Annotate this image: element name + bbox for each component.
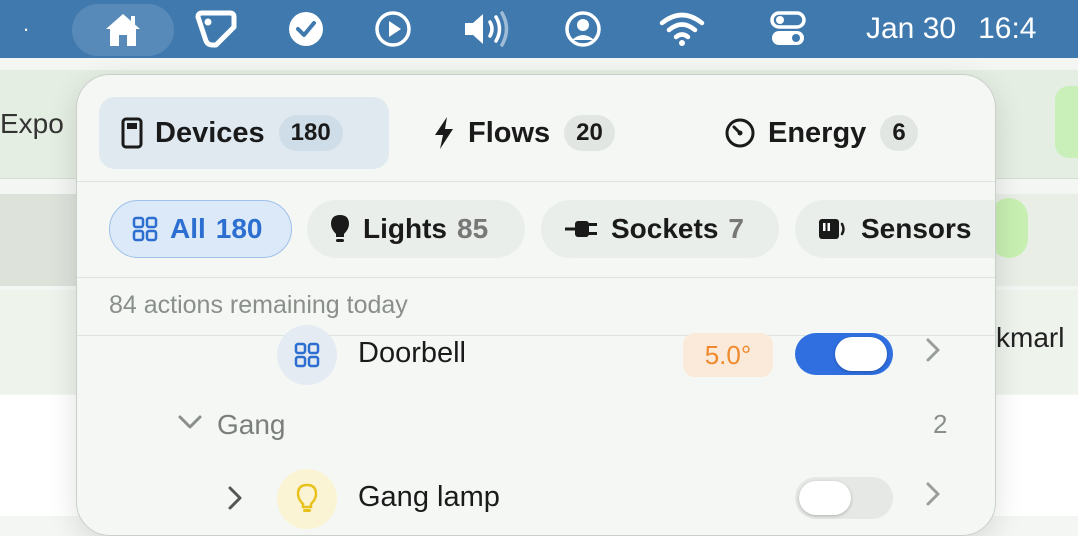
background-row-text: kmarl: [996, 322, 1065, 353]
plug-icon: [563, 217, 599, 241]
menu-date: Jan 30: [866, 12, 957, 45]
background-row-shade: [0, 194, 78, 286]
menu-clock[interactable]: Jan 30 16:4: [866, 0, 1078, 58]
menu-dot: ·: [22, 16, 30, 41]
control-center-icon[interactable]: [760, 0, 816, 58]
tab-flows-count: 20: [564, 115, 615, 151]
actions-remaining-text: 84 actions remaining today: [109, 291, 408, 319]
tab-flows[interactable]: Flows 20: [432, 97, 615, 169]
menu-time: 16:4: [978, 12, 1037, 45]
filter-sockets-count: 7: [728, 213, 744, 244]
toggle-knob: [799, 481, 851, 515]
tab-devices-label: Devices: [155, 116, 265, 149]
tab-energy-label: Energy: [768, 116, 867, 149]
background-toolbar-text: Expo: [0, 108, 64, 139]
gauge-icon: [724, 117, 756, 149]
lightbulb-icon: [277, 469, 337, 529]
home-icon[interactable]: [72, 4, 174, 56]
gang-lamp-name[interactable]: Gang lamp: [358, 481, 500, 514]
user-circle-icon[interactable]: [555, 0, 611, 58]
gang-lamp-toggle[interactable]: [795, 477, 893, 519]
doorbell-toggle[interactable]: [795, 333, 893, 375]
filter-all-count: 180: [215, 213, 263, 244]
doorbell-temperature-badge: 5.0°: [683, 333, 773, 377]
chevron-right-icon[interactable]: [925, 481, 941, 515]
divider: [77, 277, 995, 278]
homey-popup: Devices 180 Flows 20 Energy 6 All 180 Li…: [76, 74, 996, 536]
tab-flows-label: Flows: [468, 116, 551, 149]
doorbell-device-icon: [277, 325, 337, 385]
check-circle-icon[interactable]: [278, 0, 334, 58]
wifi-icon[interactable]: [652, 0, 712, 58]
chevron-right-icon[interactable]: [925, 337, 941, 371]
toggle-knob: [835, 337, 887, 371]
filter-sockets-label: Sockets: [611, 213, 719, 244]
sensor-icon: [817, 216, 849, 242]
device-icon: [121, 117, 143, 149]
tab-devices[interactable]: Devices 180: [99, 97, 389, 169]
chevron-down-icon[interactable]: [177, 413, 203, 431]
tag-icon[interactable]: [186, 0, 246, 58]
bolt-icon: [432, 116, 456, 150]
group-gang-label[interactable]: Gang: [217, 409, 286, 441]
doorbell-name[interactable]: Doorbell: [358, 337, 466, 370]
tab-devices-count: 180: [278, 115, 343, 151]
chevron-right-icon[interactable]: [227, 485, 243, 511]
play-circle-icon[interactable]: [365, 0, 421, 58]
filter-sensors[interactable]: Sensors: [795, 200, 995, 258]
filter-lights-count: 85: [457, 213, 489, 244]
filter-sockets[interactable]: Sockets 7: [541, 200, 779, 258]
group-gang-count: 2: [933, 409, 948, 439]
tab-energy-count: 6: [880, 115, 918, 151]
filter-all[interactable]: All 180: [109, 200, 292, 258]
background-green-button: [1055, 86, 1078, 158]
filter-lights[interactable]: Lights 85: [307, 200, 525, 258]
filter-lights-label: Lights: [363, 213, 447, 244]
filter-sensors-label: Sensors: [861, 213, 972, 244]
grid-icon: [132, 216, 158, 242]
bulb-icon: [329, 213, 351, 245]
filter-all-label: All: [170, 213, 206, 244]
menu-bar: · Jan 30 16:4: [0, 0, 1078, 58]
divider: [77, 181, 995, 182]
tab-energy[interactable]: Energy 6: [724, 97, 918, 169]
volume-icon[interactable]: [456, 0, 520, 58]
